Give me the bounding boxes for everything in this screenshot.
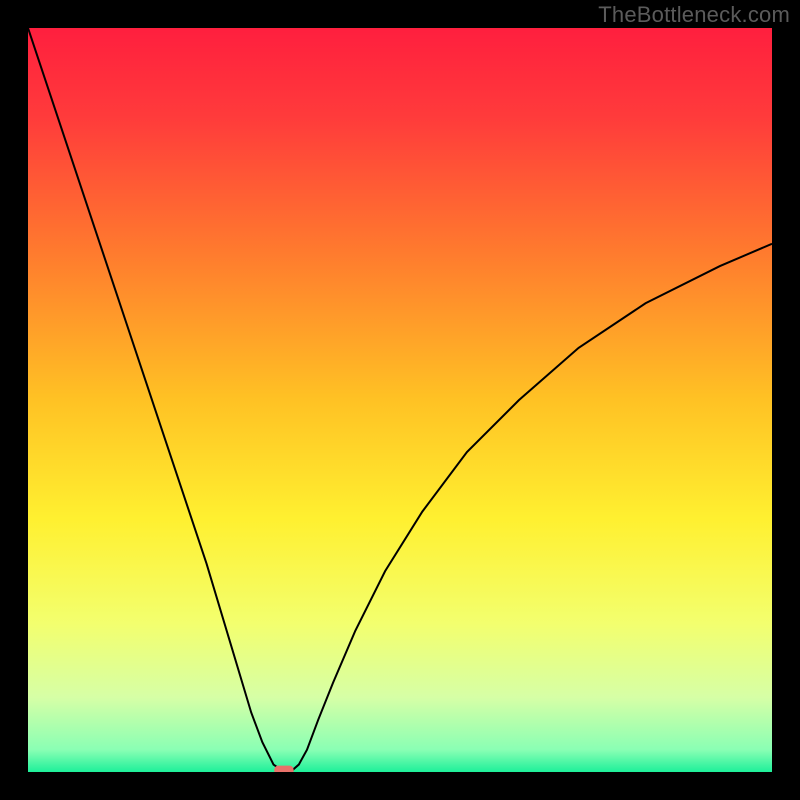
- plot-area: [28, 28, 772, 772]
- watermark-text: TheBottleneck.com: [598, 2, 790, 28]
- minimum-marker: [274, 766, 293, 772]
- gradient-background: [28, 28, 772, 772]
- chart-container: TheBottleneck.com: [0, 0, 800, 800]
- chart-svg: [28, 28, 772, 772]
